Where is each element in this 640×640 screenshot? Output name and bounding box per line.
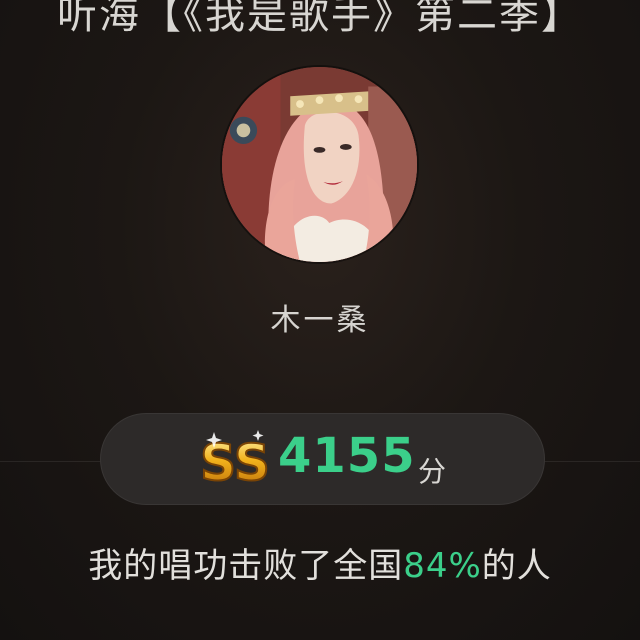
avatar-portrait [222, 67, 417, 262]
result-suffix: 的人 [481, 546, 552, 586]
grade-badge-label: SS [200, 434, 270, 492]
user-name: 木一桑 [270, 303, 370, 338]
score-unit: 分 [418, 455, 447, 488]
result-prefix: 我的唱功击败了全国 [88, 546, 404, 586]
song-title: 听海【《我是歌手》第二季】 [57, 0, 583, 38]
score-value: 4155 [278, 428, 416, 484]
avatar[interactable] [222, 67, 417, 262]
grade-badge-icon: SS [200, 426, 270, 492]
result-percent: 84% [403, 546, 482, 586]
result-text: 我的唱功击败了全国84%的人 [0, 538, 640, 587]
